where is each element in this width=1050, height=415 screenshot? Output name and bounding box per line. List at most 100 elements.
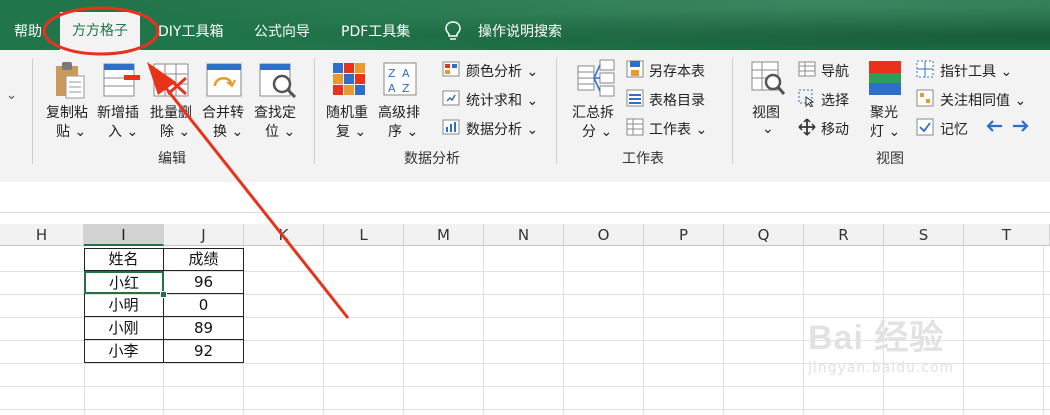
table-cell[interactable]: 92 — [164, 340, 244, 363]
batch-delete-button[interactable]: 批量删 — [150, 102, 192, 122]
copy-paste-button-line2[interactable]: 贴 ⌄ — [56, 121, 86, 141]
spotlight-button[interactable]: 聚光 — [870, 102, 898, 122]
summarize-split-button-line2[interactable]: 分 ⌄ — [582, 121, 612, 141]
memory-item[interactable]: 记忆 — [940, 119, 968, 139]
stats-sum-item[interactable]: 统计求和 ⌄ — [466, 90, 538, 110]
tab-formula-wizard[interactable]: 公式向导 — [254, 0, 310, 50]
tab-diy-toolbox[interactable]: DIY工具箱 — [158, 0, 223, 50]
header-score: 成绩 — [188, 250, 219, 268]
column-header-o[interactable]: O — [564, 224, 644, 246]
divider — [732, 58, 733, 164]
stats-sum-icon — [442, 90, 460, 106]
insert-button-line2[interactable]: 入 ⌄ — [108, 121, 138, 141]
insert-button[interactable]: 新增插 — [97, 102, 139, 122]
view-button-chevron[interactable]: ⌄ — [762, 121, 774, 137]
worksheet-item[interactable]: 工作表 ⌄ — [649, 119, 707, 139]
table-cell[interactable]: 96 — [164, 271, 244, 294]
group-label-view: 视图 — [876, 151, 904, 167]
watermark-url: jingyan.baidu.com — [808, 360, 955, 376]
table-cell[interactable]: 姓名 — [84, 248, 164, 271]
save-sheet-item[interactable]: 另存本表 — [649, 61, 705, 81]
ribbon-bottom-strip — [0, 168, 1050, 182]
arrow-left-icon[interactable] — [985, 119, 1003, 133]
find-locate-icon — [259, 63, 297, 98]
formula-bar[interactable] — [0, 182, 1050, 213]
color-analysis-item[interactable]: 颜色分析 ⌄ — [466, 61, 538, 81]
tab-help[interactable]: 帮助 — [14, 0, 42, 50]
find-locate-button-line2[interactable]: 位 ⌄ — [265, 121, 295, 141]
column-header-l[interactable]: L — [324, 224, 404, 246]
summarize-split-icon — [577, 59, 615, 97]
column-header-p[interactable]: P — [644, 224, 724, 246]
pointer-tool-item[interactable]: 指针工具 ⌄ — [940, 61, 1012, 81]
column-header-n[interactable]: N — [484, 224, 564, 246]
navigation-icon — [798, 61, 816, 77]
divider — [32, 58, 33, 164]
tab-fangfanggezi[interactable]: 方方格子 — [60, 12, 140, 50]
move-item[interactable]: 移动 — [821, 119, 849, 139]
spotlight-button-line2[interactable]: 灯 ⌄ — [870, 121, 900, 141]
column-header-q[interactable]: Q — [724, 224, 804, 246]
table-cell[interactable]: 89 — [164, 317, 244, 340]
tell-me-search[interactable]: 操作说明搜索 — [478, 0, 562, 50]
pointer-tool-icon — [916, 60, 934, 78]
svg-text:Z: Z — [388, 67, 396, 80]
column-header-s[interactable]: S — [884, 224, 964, 246]
watermark: Bai 经验 jingyan.baidu.com — [808, 318, 998, 388]
column-header-h[interactable]: H — [0, 224, 84, 246]
insert-rows-icon — [103, 63, 140, 97]
svg-text:Z: Z — [402, 82, 410, 95]
worksheet-icon — [626, 118, 644, 136]
table-cell[interactable]: 小李 — [84, 340, 164, 363]
view-button[interactable]: 视图 — [752, 102, 780, 122]
name-cell: 小红 — [108, 274, 139, 292]
select-icon — [798, 89, 815, 107]
group-label-data-analysis: 数据分析 — [404, 151, 460, 167]
advanced-sort-button-line2[interactable]: 序 ⌄ — [388, 121, 418, 141]
tab-pdf-tools[interactable]: PDF工具集 — [341, 0, 410, 50]
group-label-edit: 编辑 — [158, 151, 186, 167]
memory-icon — [916, 118, 934, 136]
score-cell: 96 — [193, 273, 214, 291]
column-header-m[interactable]: M — [404, 224, 484, 246]
batch-delete-button-line2[interactable]: 除 ⌄ — [160, 121, 190, 141]
table-cell[interactable]: 小明 — [84, 294, 164, 317]
clipboard-paste-icon — [56, 62, 85, 99]
table-cell-selected[interactable]: 小红 — [84, 271, 164, 294]
find-locate-button[interactable]: 查找定 — [254, 102, 296, 122]
navigation-item[interactable]: 导航 — [821, 61, 849, 81]
lightbulb-icon — [445, 21, 461, 40]
column-header-j[interactable]: J — [164, 224, 244, 246]
table-cell[interactable]: 成绩 — [164, 248, 244, 271]
column-header-k[interactable]: K — [244, 224, 324, 246]
table-cell[interactable]: 0 — [164, 294, 244, 317]
color-analysis-icon — [442, 61, 460, 77]
copy-paste-button[interactable]: 复制粘 — [46, 102, 88, 122]
random-repeat-button[interactable]: 随机重 — [326, 102, 368, 122]
divider — [314, 58, 315, 164]
summarize-split-button[interactable]: 汇总拆 — [572, 102, 614, 122]
name-cell: 小明 — [108, 296, 139, 314]
watch-same-value-item[interactable]: 关注相同值 ⌄ — [940, 90, 1026, 110]
sheet-directory-item[interactable]: 表格目录 — [649, 90, 705, 110]
column-header-i[interactable]: I — [84, 224, 164, 246]
merge-convert-button[interactable]: 合并转 — [202, 102, 244, 122]
name-cell: 小刚 — [108, 319, 139, 337]
header-name: 姓名 — [108, 250, 139, 268]
data-analysis-item[interactable]: 数据分析 ⌄ — [466, 119, 538, 139]
random-repeat-button-line2[interactable]: 复 ⌄ — [336, 121, 366, 141]
ribbon-collapse-chevron[interactable]: ⌄ — [6, 88, 17, 103]
column-header-r[interactable]: R — [804, 224, 884, 246]
gridline — [0, 409, 1050, 410]
column-header-t[interactable]: T — [964, 224, 1050, 246]
table-cell[interactable]: 小刚 — [84, 317, 164, 340]
advanced-sort-button[interactable]: 高级排 — [378, 102, 420, 122]
svg-text:A: A — [388, 82, 396, 95]
select-item[interactable]: 选择 — [821, 90, 849, 110]
merge-convert-icon — [206, 63, 242, 97]
arrow-right-icon[interactable] — [1012, 119, 1030, 133]
fill-handle[interactable] — [160, 291, 167, 298]
name-cell: 小李 — [108, 342, 139, 360]
merge-convert-button-line2[interactable]: 换 ⌄ — [213, 121, 243, 141]
score-cell: 89 — [193, 319, 214, 337]
